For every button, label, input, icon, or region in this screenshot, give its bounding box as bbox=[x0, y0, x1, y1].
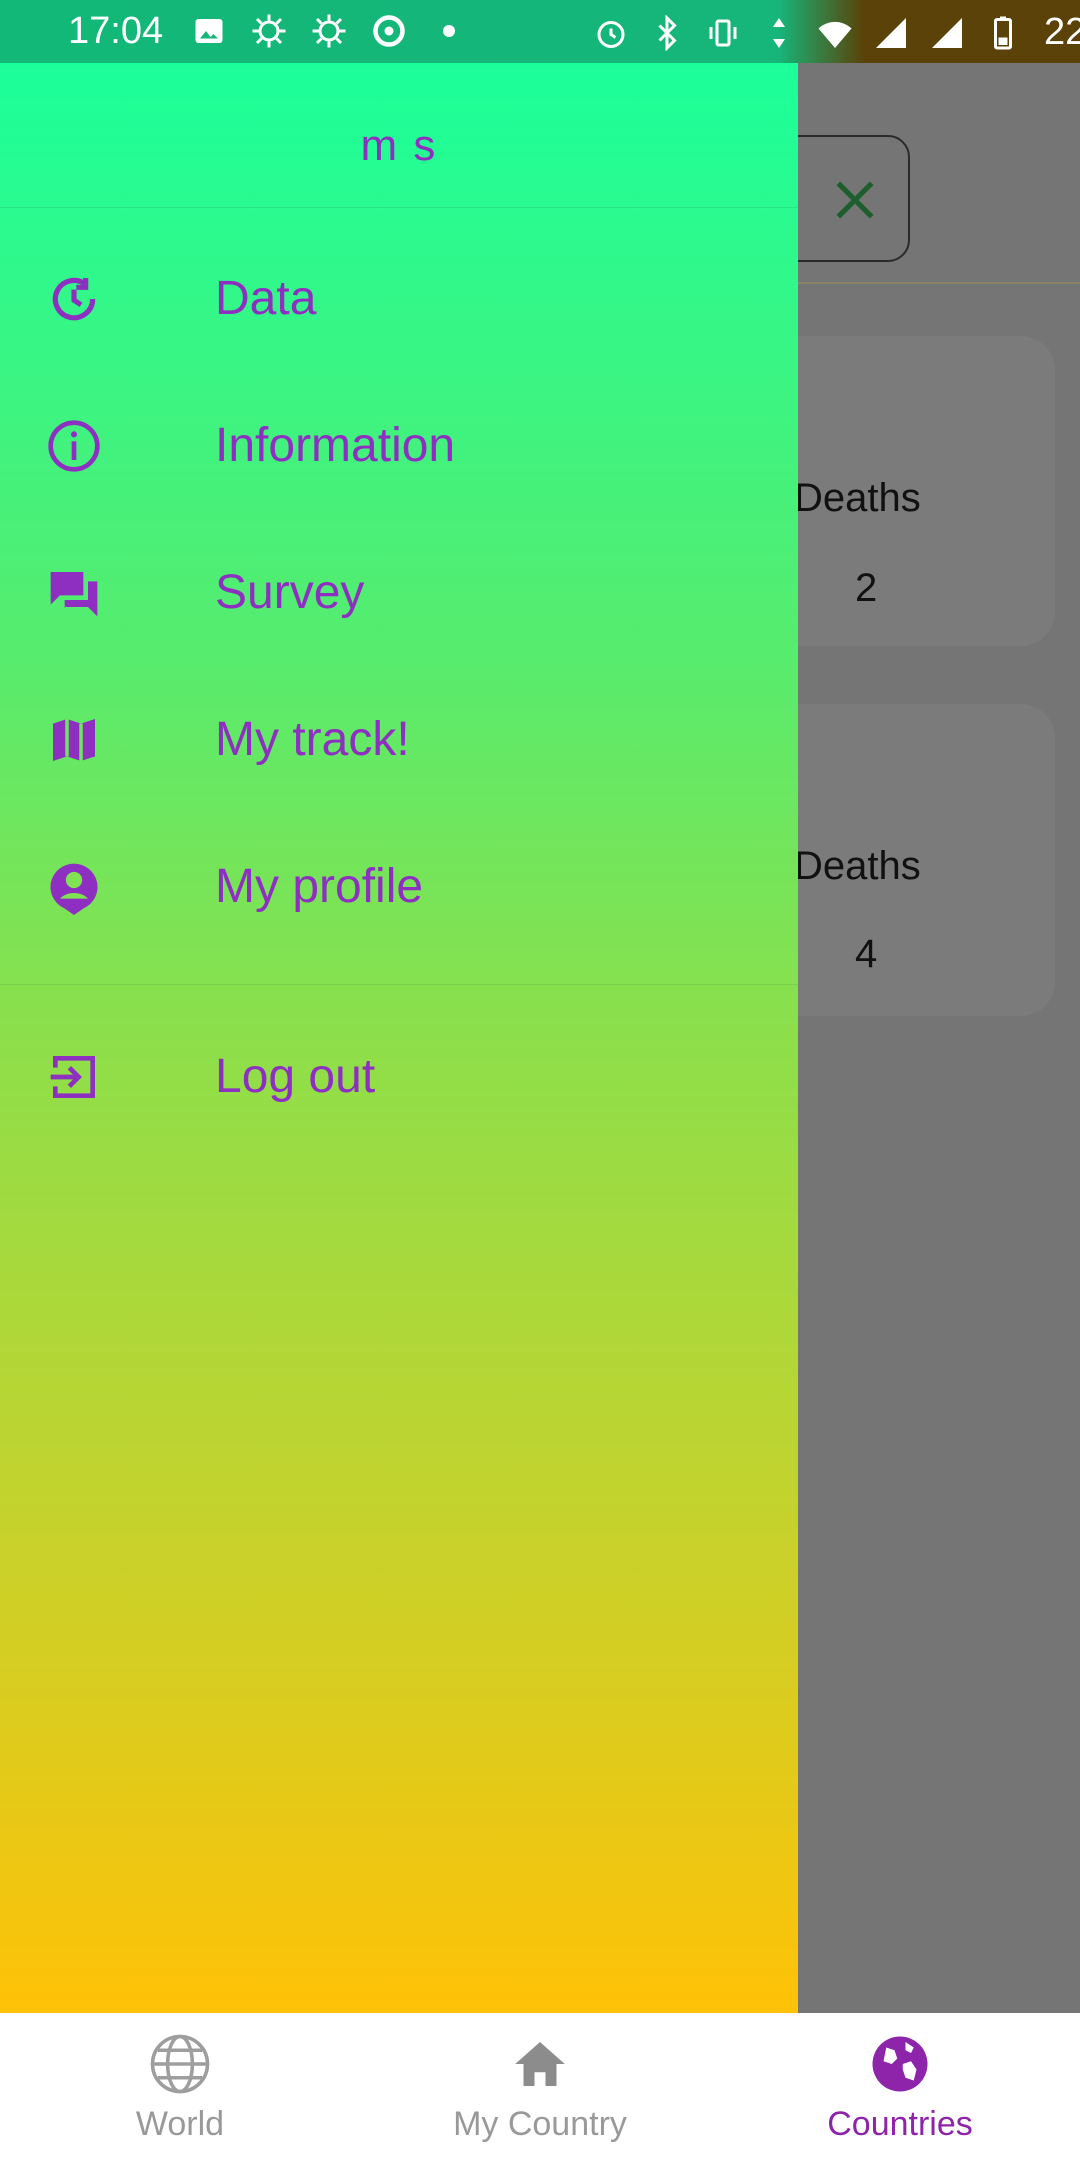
history-icon bbox=[46, 271, 102, 327]
virus-icon bbox=[250, 12, 288, 50]
info-icon bbox=[46, 418, 102, 474]
nav-label: Countries bbox=[827, 2105, 973, 2143]
bottom-navigation: World My Country Countries bbox=[0, 2013, 1080, 2160]
drawer-item-label: Log out bbox=[215, 1050, 376, 1103]
status-time: 17:04 bbox=[68, 10, 164, 52]
signal-icon bbox=[928, 14, 966, 52]
drawer-header: m s bbox=[0, 63, 798, 208]
drawer-item-logout[interactable]: Log out bbox=[0, 1019, 798, 1139]
battery-icon bbox=[984, 14, 1022, 52]
nav-label: World bbox=[135, 2105, 225, 2143]
profile-icon bbox=[46, 859, 102, 915]
stat-value: 4 bbox=[855, 932, 878, 976]
drawer-item-label: My profile bbox=[215, 860, 424, 913]
logout-icon bbox=[46, 1049, 102, 1105]
alarm-icon bbox=[592, 14, 630, 52]
status-bar: 17:04 22 bbox=[0, 0, 1080, 63]
home-icon bbox=[507, 2031, 573, 2097]
stat-label: Deaths bbox=[794, 844, 921, 888]
drawer-item-information[interactable]: Information bbox=[0, 388, 798, 508]
signal-icon bbox=[872, 14, 910, 52]
globe-icon bbox=[147, 2031, 213, 2097]
map-icon bbox=[46, 712, 102, 768]
forum-icon bbox=[46, 565, 102, 621]
wifi-icon bbox=[816, 14, 854, 52]
drawer-item-label: Survey bbox=[215, 566, 365, 619]
stat-label: Deaths bbox=[794, 476, 921, 520]
nav-my-country[interactable]: My Country bbox=[360, 2013, 720, 2160]
drawer-username: m s bbox=[360, 121, 438, 170]
vibrate-icon bbox=[704, 14, 742, 52]
drawer-divider bbox=[0, 984, 798, 985]
drawer-item-label: My track! bbox=[215, 713, 410, 766]
virus-icon bbox=[310, 12, 348, 50]
stat-value: 2 bbox=[855, 566, 878, 610]
bluetooth-icon bbox=[648, 14, 686, 52]
data-icon bbox=[760, 14, 798, 52]
drawer-item-label: Information bbox=[215, 419, 456, 472]
nav-label: My Country bbox=[453, 2105, 627, 2143]
battery-percent: 22% bbox=[1044, 11, 1080, 53]
close-icon bbox=[836, 181, 874, 219]
navigation-drawer: m s Data Information Survey My track! My… bbox=[0, 63, 798, 2013]
nav-countries[interactable]: Countries bbox=[720, 2013, 1080, 2160]
drawer-item-my-profile[interactable]: My profile bbox=[0, 829, 798, 949]
image-icon bbox=[190, 12, 228, 50]
drawer-item-label: Data bbox=[215, 272, 317, 325]
nav-world[interactable]: World bbox=[0, 2013, 360, 2160]
background-divider bbox=[798, 282, 1080, 284]
drawer-item-my-track[interactable]: My track! bbox=[0, 682, 798, 802]
dot-icon bbox=[430, 12, 468, 50]
app-icon bbox=[370, 12, 408, 50]
earth-icon bbox=[867, 2031, 933, 2097]
drawer-item-data[interactable]: Data bbox=[0, 241, 798, 361]
drawer-item-survey[interactable]: Survey bbox=[0, 535, 798, 655]
